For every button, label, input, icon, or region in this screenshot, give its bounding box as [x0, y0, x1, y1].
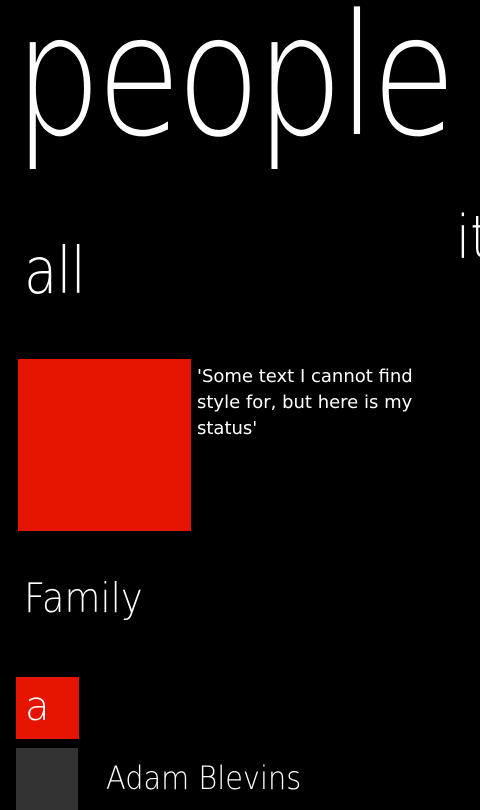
contact-name[interactable]: Adam Blevins: [106, 762, 301, 794]
app-title: people: [14, 0, 456, 174]
profile-picture-tile[interactable]: [18, 359, 191, 531]
group-header-family: Family: [24, 574, 143, 622]
status-text: 'Some text I cannot find style for, but …: [197, 366, 413, 439]
jump-letter: a: [25, 684, 50, 730]
pivot-item-all[interactable]: all: [24, 240, 86, 304]
pivot-item-next[interactable]: it: [456, 208, 480, 268]
jump-list-letter-tile[interactable]: a: [16, 677, 79, 739]
contact-avatar[interactable]: [16, 748, 78, 810]
